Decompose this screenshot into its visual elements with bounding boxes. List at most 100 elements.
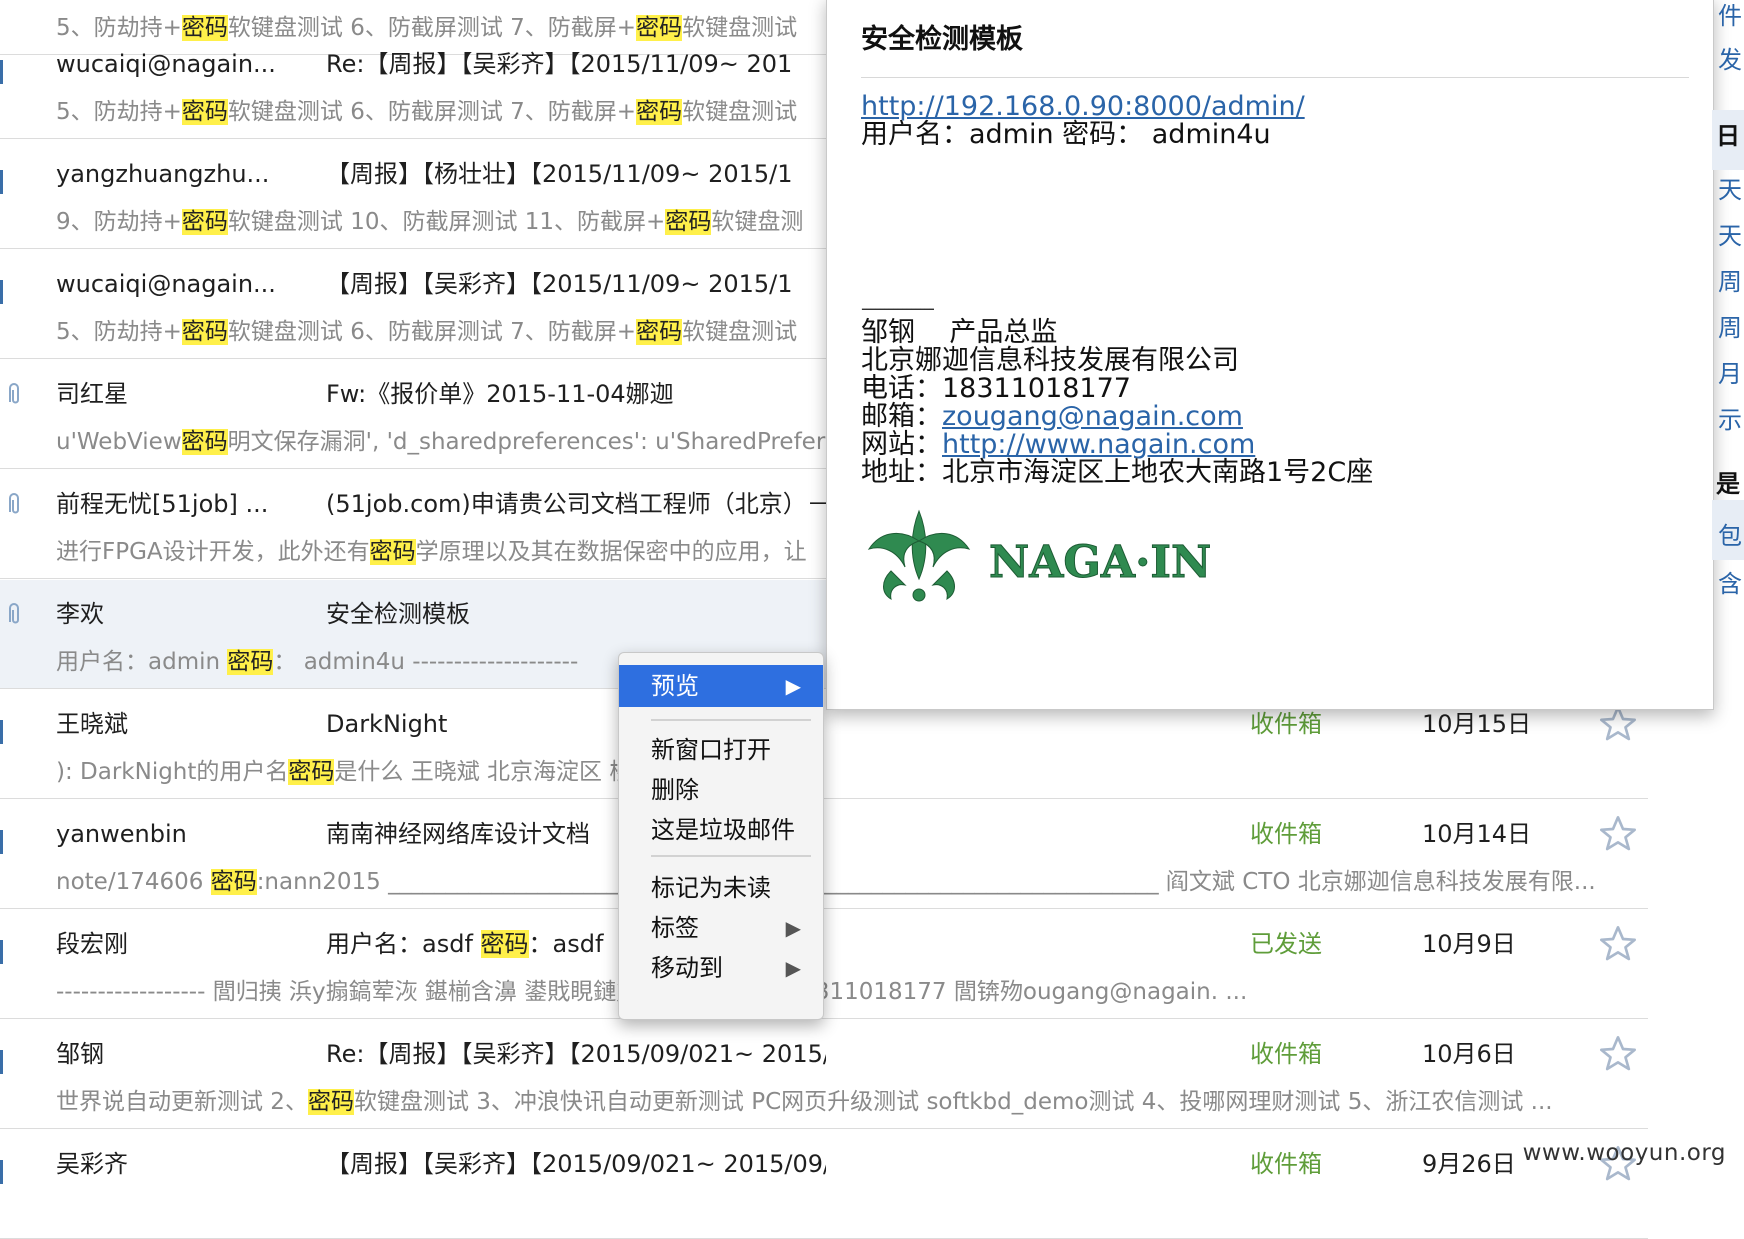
mail-preview: 世界说自动更新测试 2、密码软键盘测试 3、冲浪快讯自动更新测试 PC网页升级测… [56,1089,1553,1115]
email-label: 邮箱： [861,401,942,432]
sidebar-link[interactable]: 天 [1718,216,1742,251]
star-icon[interactable] [1598,704,1638,744]
mail-subject: Re:【周报】【吴彩齐】【2015/09/021~ 2015/09/26】 [326,1040,826,1068]
menu-item[interactable]: 新窗口打开 [619,729,823,771]
mail-sender: 李欢 [56,600,104,628]
preview-title: 安全检测模板 [861,24,1023,55]
keyword-highlight: 密码 [181,209,228,235]
menu-item-label: 标记为未读 [651,874,771,902]
sidebar-link[interactable]: 月 [1718,354,1742,389]
mail-subject: 【周报】【吴彩齐】【2015/11/09~ 2015/1 [326,270,793,298]
menu-item[interactable]: 这是垃圾邮件 [619,809,823,851]
menu-item[interactable]: 标签 ▶ [619,907,823,949]
keyword-highlight: 密码 [665,209,712,235]
submenu-arrow-icon: ▶ [785,916,801,940]
menu-item[interactable]: 预览 ▶ [619,665,823,707]
mail-date: 10月6日 [1422,1040,1516,1068]
keyword-highlight: 密码 [181,429,228,455]
website-label: 网站： [861,429,942,460]
keyword-highlight: 密码 [288,759,335,785]
row-marker [0,940,3,964]
mail-row[interactable]: 邹钢 Re:【周报】【吴彩齐】【2015/09/021~ 2015/09/26】世… [0,1020,1648,1129]
mail-row[interactable]: 吴彩齐 【周报】【吴彩齐】【2015/09/021~ 2015/09/26】 收件箱… [0,1130,1648,1239]
row-marker [0,60,3,84]
sidebar-link[interactable]: 示 [1718,400,1742,435]
sidebar-link[interactable]: 发 [1718,40,1742,75]
sidebar-link[interactable]: 周 [1718,308,1742,343]
mail-sender: 司红星 [56,380,128,408]
mail-subject: 【周报】【吴彩齐】【2015/09/021~ 2015/09/26】 [326,1150,826,1178]
credentials-text: 用户名：admin 密码： admin4u [861,119,1271,150]
sidebar-link[interactable]: 包 [1718,516,1742,551]
mail-preview: ------------------ 閭归挗 浜у搧鎬荤洃 鍖椾含濞 鍙戝睍鏈夐… [56,979,1248,1005]
mail-subject: 【周报】【杨壮壮】【2015/11/09~ 2015/1 [326,160,793,188]
right-sidebar: 件发日天天周周月示是包含 [1712,0,1744,1182]
mail-sender: yanwenbin [56,820,187,848]
submenu-arrow-icon: ▶ [785,674,801,698]
mail-preview: ): DarkNight的用户名密码是什么 王晓斌 北京海淀区 楼7层702 .… [56,759,744,785]
menu-item[interactable]: 删除 [619,769,823,811]
address-label: 地址： [861,457,942,488]
sidebar-link[interactable]: 件 [1718,0,1742,31]
keyword-highlight: 密码 [636,99,683,125]
keyword-highlight: 密码 [636,319,683,345]
sidebar-heading: 是 [1716,470,1740,498]
admin-url-link[interactable]: http://192.168.0.90:8000/admin/ [861,91,1305,122]
mail-sender: 邹钢 [56,1040,104,1068]
keyword-highlight: 密码 [480,930,529,958]
mail-sender: wucaiqi@nagain.... [56,50,276,78]
keyword-highlight: 密码 [181,319,228,345]
star-icon[interactable] [1598,1034,1638,1074]
menu-item-label: 预览 [651,672,699,700]
menu-item[interactable]: 标记为未读 [619,867,823,909]
svg-text:NAGA·IN: NAGA·IN [989,537,1211,588]
sidebar-link[interactable]: 周 [1718,262,1742,297]
attachment-icon [9,493,19,514]
mail-subject: Fw:《报价单》2015-11-04娜迦 [326,380,674,408]
menu-item-label: 删除 [651,776,699,804]
attachment-icon [9,383,19,404]
menu-item-label: 移动到 [651,954,723,982]
signature-separator: ---------------- [861,298,935,319]
menu-separator [651,719,811,721]
mail-subject: 安全检测模板 [326,600,470,628]
watermark: www.wooyun.org [1522,1140,1726,1166]
mail-date: 10月9日 [1422,930,1516,958]
mail-preview: note/174606 密码:nann2015 ________________… [56,869,1596,895]
keyword-highlight: 密码 [210,869,257,895]
phone-label: 电话： [861,373,942,404]
row-marker [0,720,3,744]
sidebar-link[interactable]: 天 [1718,170,1742,205]
row-marker [0,280,3,304]
keyword-highlight: 密码 [369,539,416,565]
star-icon[interactable] [1598,924,1638,964]
website-link[interactable]: http://www.nagain.com [942,429,1255,460]
preview-divider [861,77,1689,78]
mail-sender: wucaiqi@nagain.... [56,270,276,298]
row-marker [0,830,3,854]
mail-sender: yangzhuangzhu... [56,160,270,188]
signature-email: 邮箱：zougang@nagain.com [861,403,1681,431]
star-icon[interactable] [1598,814,1638,854]
attachment-icon [9,603,19,624]
mail-folder: 收件箱 [1250,820,1322,848]
mail-folder: 已发送 [1250,930,1322,958]
sidebar-heading: 日 [1716,122,1740,150]
mail-row[interactable]: yanwenbin 南南神经网络库设计文档 note/174606 密码:nann2… [0,800,1648,909]
menu-item-label: 标签 [651,914,699,942]
row-marker [0,170,3,194]
mail-row[interactable]: 段宏刚 用户名：asdf 密码：asdf ------------------ 閭归… [0,910,1648,1019]
row-marker [0,1050,3,1074]
signature-name-title: 邹钢 产品总监 [861,317,1058,348]
mail-preview-popup: 安全检测模板 http://192.168.0.90:8000/admin/ 用… [826,0,1714,710]
sidebar-link[interactable]: 含 [1718,564,1742,599]
email-link[interactable]: zougang@nagain.com [942,401,1243,432]
keyword-highlight: 密码 [181,99,228,125]
mail-date: 10月14日 [1422,820,1532,848]
menu-item-label: 新窗口打开 [651,736,771,764]
menu-item-label: 这是垃圾邮件 [651,816,795,844]
keyword-highlight: 密码 [307,1089,354,1115]
mail-subject: (51job.com)申请贵公司文档工程师（北京）－ [326,490,826,518]
menu-item[interactable]: 移动到 ▶ [619,947,823,989]
preview-body: http://192.168.0.90:8000/admin/ 用户名：admi… [861,93,1681,611]
